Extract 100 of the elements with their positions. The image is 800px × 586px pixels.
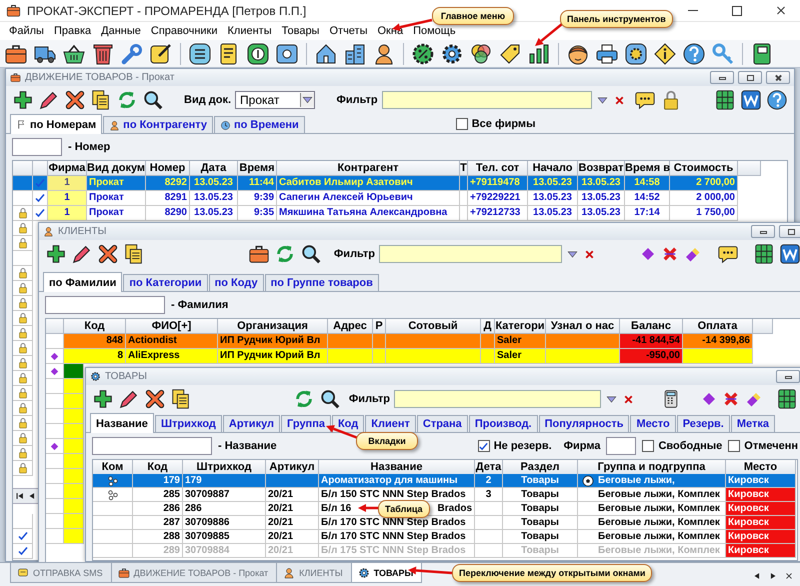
column-header[interactable]: Вид докум	[87, 161, 146, 176]
column-header[interactable]: Штрихкод	[183, 460, 266, 475]
search-icon[interactable]	[318, 388, 341, 410]
menu-item[interactable]: Товары	[276, 24, 324, 38]
list-icon[interactable]	[188, 42, 212, 66]
filter-field[interactable]	[378, 245, 562, 263]
column-header[interactable]: Код	[64, 319, 126, 334]
table-row[interactable]: 1 Прокат 8290 13.05.23 9:35 Мякшина Татьяна Александровна +79212733 13.05.23 13.05.23 17:14 1 750,00	[13, 206, 787, 221]
printer-icon[interactable]	[595, 42, 619, 66]
column-header[interactable]: ФИО[+]	[126, 319, 218, 334]
menu-item[interactable]: Правка	[48, 24, 96, 38]
column-header[interactable]: Р	[373, 319, 386, 334]
column-header[interactable]: Группа и подгруппа	[578, 460, 726, 475]
tab[interactable]: по Категории	[123, 274, 208, 291]
search-icon[interactable]	[300, 243, 322, 265]
cross-icon[interactable]	[660, 245, 679, 263]
column-header[interactable]: Время в	[625, 161, 670, 176]
close-button[interactable]	[766, 71, 790, 84]
column-header[interactable]: Время	[238, 161, 277, 176]
column-header[interactable]: Сотовый	[386, 319, 481, 334]
table-row[interactable]: 1 Прокат 8291 13.05.23 9:39 Сапегин Алексей Юрьевич +79229221 13.05.23 13.05.23 14:52 2 000,00	[13, 191, 787, 206]
column-header[interactable]: Ком	[93, 460, 133, 475]
table-cell[interactable]	[93, 530, 133, 544]
column-header[interactable]: Т	[460, 161, 468, 176]
column-header[interactable]: Раздел	[503, 460, 578, 475]
tab[interactable]: Штрихкод	[154, 415, 222, 432]
menu-item[interactable]: Данные	[96, 24, 146, 38]
tab[interactable]: Артикул	[222, 415, 280, 432]
search-field[interactable]	[92, 437, 212, 455]
copy-icon[interactable]	[123, 243, 145, 265]
minimize-button[interactable]	[710, 71, 734, 84]
clear-icon[interactable]	[582, 248, 596, 260]
plus-icon[interactable]	[45, 243, 67, 265]
tab[interactable]: Клиент	[365, 415, 416, 432]
table-cell[interactable]	[93, 474, 133, 488]
menu-item[interactable]: Помощь	[408, 24, 461, 38]
checkbox[interactable]	[456, 118, 468, 130]
plus-icon[interactable]	[92, 388, 114, 410]
percent-icon[interactable]	[411, 42, 435, 66]
bar-chart-icon[interactable]	[527, 42, 551, 66]
tab[interactable]: по Времени	[214, 116, 305, 133]
column-header[interactable]: Баланс	[620, 319, 683, 334]
menu-item[interactable]: Клиенты	[222, 24, 277, 38]
checkbox[interactable]	[728, 440, 740, 452]
plus-icon[interactable]	[12, 89, 34, 111]
column-header[interactable]: Возврат	[578, 161, 625, 176]
note-icon[interactable]	[149, 42, 173, 66]
briefcase-icon[interactable]	[248, 243, 270, 265]
house-icon[interactable]	[314, 42, 338, 66]
table-cell[interactable]	[93, 544, 133, 558]
cross-icon[interactable]	[722, 390, 740, 408]
previous-icon[interactable]	[27, 491, 37, 501]
filter-field[interactable]	[394, 390, 601, 408]
tab[interactable]: по Номерам	[10, 114, 102, 134]
column-header[interactable]: Д	[481, 319, 495, 334]
pencil-icon[interactable]	[38, 89, 60, 111]
tab[interactable]: Код	[332, 415, 364, 432]
tab[interactable]: Резерв.	[676, 415, 730, 432]
circles-icon[interactable]	[469, 42, 493, 66]
minimize-button[interactable]	[776, 370, 800, 383]
column-header[interactable]: Дата	[190, 161, 238, 176]
previous-icon[interactable]	[752, 571, 762, 581]
column-header[interactable]: Организация	[218, 319, 328, 334]
column-header[interactable]: Дета	[475, 460, 503, 475]
column-header[interactable]: Начало	[528, 161, 578, 176]
column-header[interactable]: Тел. сот	[468, 161, 528, 176]
table-row[interactable]: 1 Прокат 8292 13.05.23 11:44 Сабитов Ильмир Азатович +79119478 13.05.23 13.05.23 14:58 2 700,00	[13, 176, 787, 191]
tab[interactable]: Производ.	[468, 415, 538, 432]
table-cell[interactable]	[93, 516, 133, 530]
chat-icon[interactable]	[634, 89, 656, 111]
column-header[interactable]: Категори	[495, 319, 546, 334]
pencil-icon[interactable]	[71, 243, 93, 265]
tab[interactable]: Метка	[730, 415, 776, 432]
menu-item[interactable]: Файлы	[4, 24, 49, 38]
tab[interactable]: Место	[630, 415, 676, 432]
column-header[interactable]: Номер	[146, 161, 190, 176]
table-cell[interactable]	[93, 502, 133, 516]
search-field[interactable]	[45, 296, 165, 314]
restore-button[interactable]	[738, 71, 762, 84]
column-header[interactable]: Место	[726, 460, 796, 475]
menu-item[interactable]: Отчеты	[324, 24, 372, 38]
menu-item[interactable]: Справочники	[146, 24, 223, 38]
info-icon[interactable]	[653, 42, 677, 66]
search-icon[interactable]	[142, 89, 164, 111]
buildings-icon[interactable]	[343, 42, 367, 66]
grid-icon[interactable]	[776, 388, 798, 410]
tab[interactable]: по Группе товаров	[264, 274, 379, 291]
first-record-icon[interactable]	[15, 491, 25, 501]
copy-icon[interactable]	[170, 388, 192, 410]
tab[interactable]: по Коду	[208, 274, 264, 291]
help-icon[interactable]	[682, 42, 706, 66]
restore-button[interactable]	[779, 225, 800, 238]
grid-icon[interactable]	[714, 89, 736, 111]
checkbox[interactable]	[642, 440, 654, 452]
clear-icon[interactable]	[622, 392, 635, 406]
filter-field[interactable]	[382, 91, 592, 109]
window-tab[interactable]: ТОВАРЫ	[350, 563, 422, 583]
tab[interactable]: по Контрагенту	[103, 116, 214, 133]
tab[interactable]: Название	[90, 413, 154, 433]
pencil-icon[interactable]	[118, 388, 140, 410]
